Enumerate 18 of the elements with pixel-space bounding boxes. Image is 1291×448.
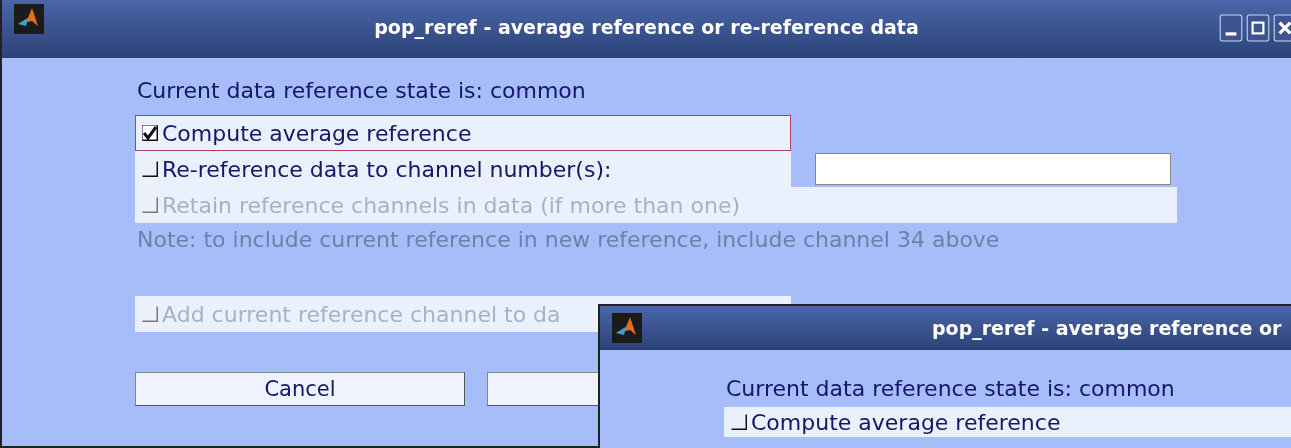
checkbox-icon[interactable] <box>142 161 158 177</box>
window-title: pop_reref - average reference or re-reference data <box>374 16 919 38</box>
minimize-icon[interactable] <box>1219 14 1243 42</box>
note-text: Note: to include current reference in new reference, include channel 34 above <box>136 226 1001 252</box>
window-title: pop_reref - average reference or <box>932 317 1282 339</box>
checkbox-icon[interactable] <box>142 125 158 141</box>
maximize-icon[interactable] <box>1246 14 1270 42</box>
cancel-button[interactable]: Cancel <box>135 372 465 406</box>
logo-icon <box>612 313 642 343</box>
logo-icon <box>14 4 44 34</box>
status-text: Current data reference state is: common <box>136 77 587 105</box>
close-icon[interactable] <box>1273 14 1291 42</box>
checkbox-option[interactable]: Compute average reference <box>724 407 1291 437</box>
checkbox-icon[interactable] <box>731 414 747 430</box>
channel-input-field[interactable] <box>815 153 1171 185</box>
checkbox-option[interactable]: Re-reference data to channel number(s): <box>135 151 791 187</box>
checkbox-option[interactable]: Compute average reference <box>135 115 791 151</box>
status-text: Current data reference state is: common <box>725 375 1176 403</box>
